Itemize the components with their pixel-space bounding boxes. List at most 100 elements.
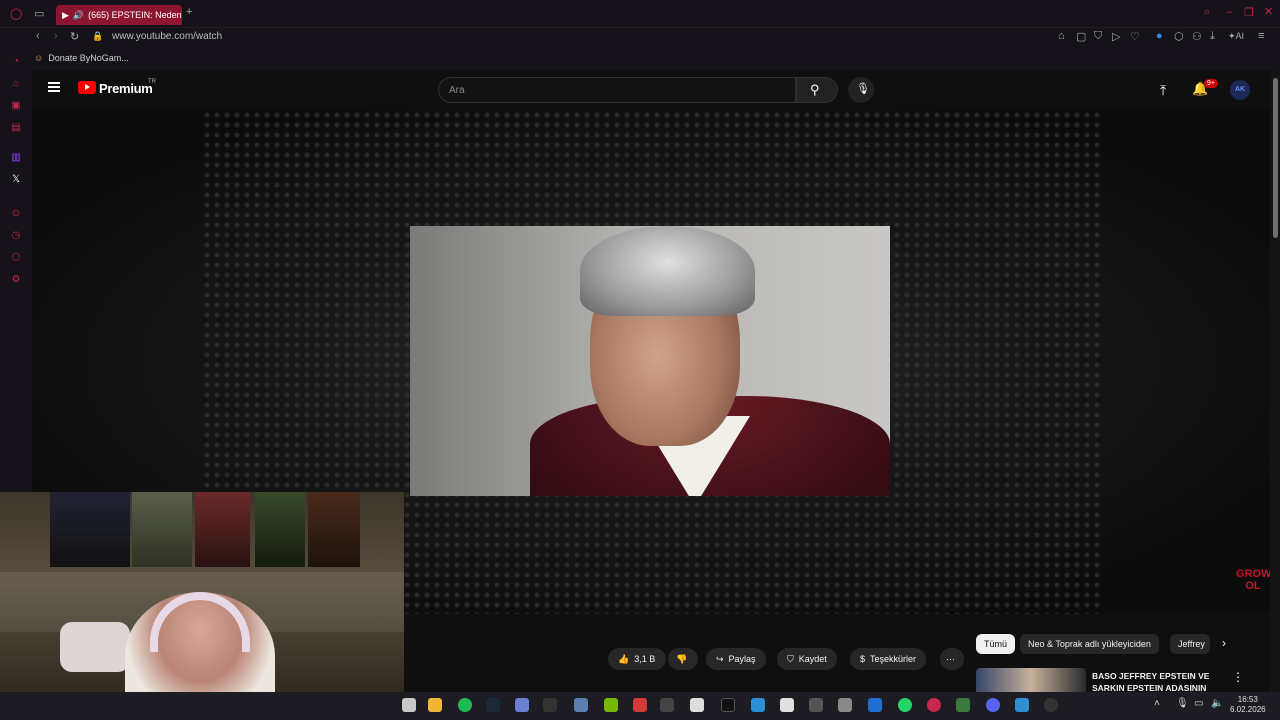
poster-breaking-bad <box>132 492 192 567</box>
pillow-shape <box>60 622 130 672</box>
download-icon[interactable]: ⤓ <box>1210 30 1215 43</box>
play-icon[interactable]: ▷ <box>1112 30 1120 43</box>
app-icon-7[interactable] <box>780 698 794 712</box>
chip-uploader[interactable]: Neo & Toprak adlı yükleyiciden <box>1020 634 1159 654</box>
nvidia-icon[interactable] <box>604 698 618 712</box>
chip-all[interactable]: Tümü <box>976 634 1016 654</box>
new-tab-icon[interactable]: + <box>186 6 192 18</box>
recommendation-title[interactable]: BASO JEFFREY EPSTEIN VE SARKIN EPSTEIN A… <box>1092 670 1232 694</box>
file-explorer-icon[interactable] <box>428 698 442 712</box>
hamburger-menu-icon[interactable] <box>48 82 60 92</box>
vpn-icon[interactable]: ● <box>1156 30 1163 42</box>
shield-icon[interactable]: ⛉ <box>1094 30 1102 43</box>
chips-next-icon[interactable]: › <box>1222 636 1226 650</box>
clock-time: 16:53 <box>1237 695 1258 704</box>
x-icon[interactable]: 𝕏 <box>10 174 22 186</box>
youtube-favicon-icon: ▶ <box>62 9 69 20</box>
streamer-webcam <box>0 492 404 720</box>
messenger-icon[interactable]: ▣ <box>10 100 22 112</box>
aria-icon[interactable]: ◔ <box>10 56 22 68</box>
video-actions-bar: 👍 3,1 B 👎 ↪ Paylaş ⛉ Kaydet $ Teşekkürle… <box>404 614 974 698</box>
app-icon-8[interactable] <box>809 698 823 712</box>
windows-taskbar: ˄ 🎙 ▭ 🔈 16:53 6.02.2026 <box>0 692 1280 720</box>
active-tab[interactable]: ▶ 🔊 (665) EPSTEIN: Neden <box>56 5 182 25</box>
channel-watermark[interactable]: GROW OL <box>1236 568 1271 592</box>
dislike-button[interactable]: 👎 <box>668 648 698 670</box>
hair-shape <box>580 226 755 316</box>
spotify-icon[interactable] <box>458 698 472 712</box>
extensions-icon[interactable]: ⬡ <box>1174 30 1184 43</box>
thanks-button[interactable]: $ Teşekkürler <box>850 648 927 670</box>
save-button[interactable]: ⛉ Kaydet <box>777 648 837 670</box>
app-icon-3[interactable] <box>633 698 647 712</box>
back-icon[interactable]: ‹ <box>36 30 40 42</box>
super-thanks-icon: $ <box>860 654 866 664</box>
more-actions-button[interactable]: ⋯ <box>940 648 964 670</box>
snapshot-icon[interactable]: ⌂ <box>1058 30 1065 42</box>
reload-icon[interactable]: ↻ <box>70 30 79 43</box>
chip-jeffrey[interactable]: Jeffrey <box>1170 634 1210 654</box>
tray-mic-icon[interactable]: 🎙 <box>1176 698 1189 709</box>
search-tabs-icon[interactable]: ⌕ <box>1204 6 1210 19</box>
voice-search-button[interactable]: 🎙 <box>848 77 874 103</box>
search-input[interactable]: Ara <box>438 77 796 103</box>
mail-icon[interactable]: ▤ <box>10 122 22 134</box>
bookmarks-bar: ☺ Donate ByNoGam... <box>0 48 1280 70</box>
share-button[interactable]: ↪ Paylaş <box>706 648 766 670</box>
app-icon-1[interactable] <box>515 698 529 712</box>
discord-icon[interactable] <box>986 698 1000 712</box>
app-icon-12[interactable] <box>1015 698 1029 712</box>
upload-icon[interactable]: ⤒ <box>1160 82 1166 99</box>
minimize-icon[interactable]: – <box>1226 6 1232 18</box>
capcut-icon[interactable] <box>721 698 735 712</box>
youtube-logo-icon[interactable] <box>78 81 96 94</box>
app-icon-13[interactable] <box>1044 698 1058 712</box>
history-icon[interactable]: ◷ <box>10 230 22 242</box>
app-icon-4[interactable] <box>660 698 674 712</box>
forward-icon[interactable]: › <box>54 30 58 42</box>
bookmark-item[interactable]: ☺ Donate ByNoGam... <box>34 53 129 63</box>
player-icon[interactable]: ⊙ <box>10 208 22 220</box>
region-label: TR <box>148 79 156 85</box>
app-icon-11[interactable] <box>956 698 970 712</box>
calculator-icon[interactable] <box>574 698 588 712</box>
close-icon[interactable]: ✕ <box>1264 5 1273 18</box>
steam-icon[interactable] <box>486 698 500 712</box>
settings-icon[interactable]: ⚙ <box>10 274 22 286</box>
profile-icon[interactable]: ⚇ <box>1192 30 1202 43</box>
settings-menu-icon[interactable]: ≡ <box>1258 30 1264 42</box>
app-icon-9[interactable] <box>838 698 852 712</box>
scrollbar-thumb[interactable] <box>1273 78 1278 238</box>
app-icon-2[interactable] <box>543 698 557 712</box>
microphone-icon: 🎙 <box>856 83 870 95</box>
account-avatar[interactable]: AK <box>1230 80 1250 100</box>
notepad-icon[interactable] <box>402 698 416 712</box>
tab-islands-icon[interactable]: ▢ <box>1076 30 1086 43</box>
recommendation-menu-icon[interactable]: ⋮ <box>1232 670 1244 684</box>
system-clock[interactable]: 16:53 6.02.2026 <box>1230 695 1266 715</box>
search-icon: ⚲ <box>810 82 820 97</box>
tab-title: (665) EPSTEIN: Neden <box>88 10 182 20</box>
page-scrollbar[interactable] <box>1270 70 1280 698</box>
youtube-premium-label[interactable]: Premium <box>99 81 153 96</box>
whatsapp-icon[interactable] <box>898 698 912 712</box>
app-icon-6[interactable] <box>751 698 765 712</box>
maximize-icon[interactable]: ❐ <box>1244 6 1254 19</box>
extensions-sidebar-icon[interactable]: ⬠ <box>10 252 22 264</box>
opera-gx-icon[interactable] <box>927 698 941 712</box>
tray-chevron-icon[interactable]: ˄ <box>1154 698 1160 709</box>
url-field[interactable]: www.youtube.com/watch <box>112 31 222 42</box>
app-icon-10[interactable] <box>868 698 882 712</box>
volume-icon[interactable]: 🔈 <box>1211 698 1223 709</box>
network-icon[interactable]: ▭ <box>1194 698 1203 709</box>
ai-icon[interactable]: ✦AI <box>1228 31 1244 42</box>
workspace-icon[interactable]: ⌂ <box>10 78 22 90</box>
twitch-icon[interactable]: ▥ <box>10 152 22 164</box>
thanks-label: Teşekkürler <box>870 654 917 664</box>
app-icon-5[interactable] <box>690 698 704 712</box>
heart-icon[interactable]: ♡ <box>1130 30 1140 43</box>
like-button[interactable]: 👍 3,1 B <box>608 648 666 670</box>
search-button[interactable]: ⚲ <box>796 77 838 103</box>
tab-overview-icon[interactable]: ▭ <box>34 7 44 20</box>
opera-logo-icon[interactable]: ◯ <box>10 7 22 20</box>
